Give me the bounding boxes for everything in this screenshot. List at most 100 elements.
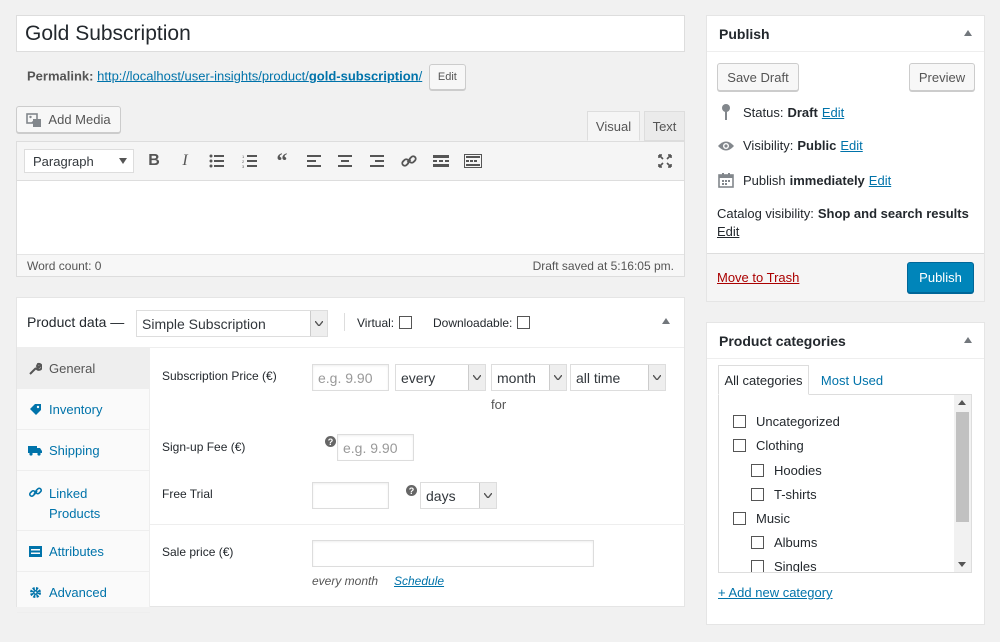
collapse-caret-icon[interactable] — [662, 318, 670, 324]
tab-text[interactable]: Text — [644, 111, 685, 141]
product-type-select[interactable]: Simple Subscription — [136, 310, 328, 337]
list-item[interactable]: Music — [733, 511, 790, 526]
chevron-down-icon — [310, 311, 327, 336]
list-item[interactable]: T-shirts — [751, 487, 817, 502]
tab-all-categories[interactable]: All categories — [718, 365, 809, 395]
tab-text-label: Text — [652, 118, 677, 134]
format-select[interactable]: Paragraph — [24, 149, 134, 173]
format-select-value: Paragraph — [33, 153, 94, 169]
category-checkbox[interactable] — [751, 488, 764, 501]
bold-icon[interactable]: B — [144, 151, 164, 171]
catalog-visibility-value: Shop and search results — [817, 206, 969, 221]
sale-price-input[interactable] — [312, 540, 594, 567]
align-center-icon[interactable] — [335, 151, 355, 171]
downloadable-checkbox[interactable] — [517, 316, 530, 329]
move-to-trash-link[interactable]: Move to Trash — [717, 270, 799, 285]
link-icon[interactable] — [399, 151, 419, 171]
category-checkbox[interactable] — [733, 439, 746, 452]
publish-date-value: immediately — [789, 172, 865, 188]
signup-fee-input[interactable]: e.g. 9.90 — [337, 434, 414, 461]
align-right-icon[interactable] — [367, 151, 387, 171]
trial-period-select[interactable]: days — [420, 482, 497, 509]
billing-period-value: month — [497, 369, 536, 386]
gear-icon — [27, 586, 43, 599]
category-scrollbar[interactable] — [954, 395, 971, 572]
category-label: Clothing — [756, 438, 804, 453]
chevron-down-icon — [119, 158, 127, 164]
read-more-icon[interactable] — [431, 151, 451, 171]
chevron-down-icon — [549, 365, 566, 390]
category-checkbox[interactable] — [751, 560, 764, 572]
toolbar-toggle-icon[interactable] — [463, 151, 483, 171]
italic-icon[interactable]: I — [175, 151, 195, 171]
free-trial-input[interactable] — [312, 482, 389, 509]
scroll-up-icon[interactable] — [958, 400, 966, 405]
collapse-caret-icon[interactable] — [964, 337, 972, 343]
list-item[interactable]: Albums — [751, 535, 817, 550]
save-draft-button[interactable]: Save Draft — [717, 63, 799, 91]
help-icon[interactable]: ? — [406, 485, 417, 496]
post-title-input[interactable]: Gold Subscription — [16, 15, 685, 52]
wrench-icon — [27, 362, 43, 375]
tab-attributes-label: Attributes — [49, 543, 104, 559]
status-label: Status: — [743, 104, 784, 120]
fullscreen-icon[interactable] — [655, 151, 675, 171]
section-divider — [150, 524, 685, 525]
virtual-label: Virtual: — [357, 316, 395, 330]
billing-period-select[interactable]: month — [491, 364, 567, 391]
scrollbar-thumb[interactable] — [956, 412, 969, 522]
blockquote-icon[interactable]: “ — [272, 148, 292, 173]
category-checkbox[interactable] — [733, 512, 746, 525]
subscription-price-input[interactable]: e.g. 9.90 — [312, 364, 389, 391]
tab-advanced[interactable]: Advanced — [17, 572, 150, 613]
tab-attributes[interactable]: Attributes — [17, 531, 150, 572]
scroll-down-icon[interactable] — [958, 562, 966, 567]
chevron-down-icon — [648, 365, 665, 390]
billing-interval-select[interactable]: every — [395, 364, 486, 391]
tab-linked-products[interactable]: Linked Products — [17, 471, 150, 531]
numbered-list-icon[interactable]: 123 — [240, 151, 260, 171]
product-type-divider — [344, 313, 345, 331]
list-item[interactable]: Clothing — [733, 438, 804, 453]
category-checkbox[interactable] — [733, 415, 746, 428]
tab-all-categories-label: All categories — [724, 372, 803, 388]
permalink-edit-button[interactable]: Edit — [428, 64, 466, 90]
add-media-button[interactable]: Add Media — [16, 106, 121, 133]
category-label: Music — [756, 511, 790, 526]
list-item[interactable]: Singles — [751, 559, 817, 572]
tab-inventory[interactable]: Inventory — [17, 389, 150, 430]
schedule-link[interactable]: Schedule — [394, 574, 444, 588]
publish-date-label: Publish — [743, 172, 786, 188]
preview-button[interactable]: Preview — [909, 63, 975, 91]
virtual-checkbox[interactable] — [399, 316, 412, 329]
collapse-caret-icon[interactable] — [964, 30, 972, 36]
tab-shipping[interactable]: Shipping — [17, 430, 150, 471]
help-icon[interactable]: ? — [325, 436, 336, 447]
tab-visual[interactable]: Visual — [587, 111, 640, 141]
permalink-link[interactable]: http://localhost/user-insights/product/g… — [97, 68, 422, 83]
publish-title: Publish — [719, 25, 770, 42]
bulleted-list-icon[interactable] — [207, 151, 227, 171]
visibility-value: Public — [797, 138, 837, 153]
add-new-category-link[interactable]: + Add new category — [718, 585, 833, 600]
status-edit-link[interactable]: Edit — [822, 105, 844, 120]
subscription-price-placeholder: e.g. 9.90 — [318, 369, 373, 386]
publish-date-edit-link[interactable]: Edit — [869, 173, 891, 188]
downloadable-label: Downloadable: — [433, 316, 513, 330]
subscription-length-select[interactable]: all time — [570, 364, 666, 391]
publish-header: Publish — [707, 16, 984, 52]
category-checkbox[interactable] — [751, 536, 764, 549]
visibility-edit-link[interactable]: Edit — [840, 138, 862, 153]
sale-price-period-note: every month — [312, 574, 379, 588]
tab-visual-label: Visual — [595, 118, 632, 134]
product-data-header: Product data — Simple Subscription Virtu… — [17, 298, 684, 348]
list-item[interactable]: Hoodies — [751, 463, 822, 478]
category-checkbox[interactable] — [751, 464, 764, 477]
publish-button[interactable]: Publish — [907, 262, 974, 293]
align-left-icon[interactable] — [304, 151, 324, 171]
tab-most-used[interactable]: Most Used — [812, 365, 892, 395]
catalog-visibility-edit-link[interactable]: Edit — [717, 224, 739, 239]
list-item[interactable]: Uncategorized — [733, 414, 840, 429]
tab-general[interactable]: General — [17, 348, 150, 389]
sale-price-label: Sale price (€) — [162, 545, 234, 559]
